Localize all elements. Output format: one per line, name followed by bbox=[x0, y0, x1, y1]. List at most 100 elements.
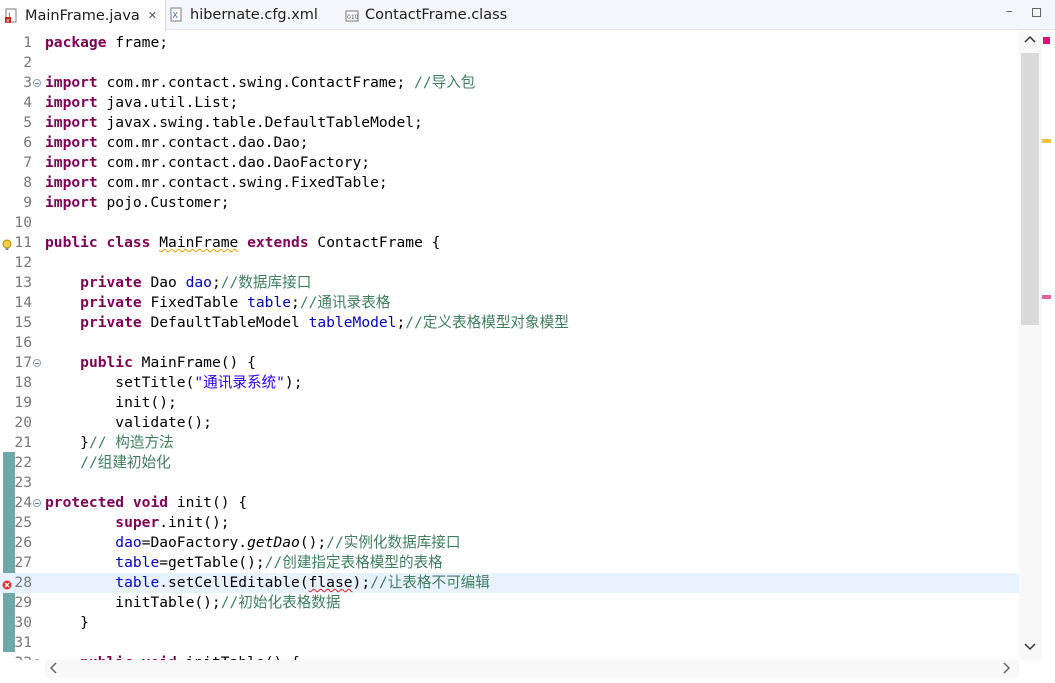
editor-tab-bar: Jx MainFrame.java ✕ X hibernate.cfg.xml … bbox=[0, 0, 1055, 31]
tab-label: ContactFrame.class bbox=[365, 7, 508, 23]
line-number: 1 bbox=[23, 34, 32, 51]
scroll-down-icon[interactable] bbox=[1024, 641, 1036, 655]
minimize-icon[interactable]: – bbox=[1006, 4, 1013, 19]
code-line[interactable]: 25 super.init(); bbox=[0, 513, 1019, 533]
code-line[interactable]: 6 import com.mr.contact.dao.Dao; bbox=[0, 133, 1019, 153]
error-overview-mark[interactable] bbox=[1042, 295, 1051, 299]
code-line[interactable]: 11 public class MainFrame extends Contact… bbox=[0, 233, 1019, 253]
svg-text:x: x bbox=[6, 17, 10, 24]
code-line[interactable]: 32 public void initTable() { bbox=[0, 653, 1019, 660]
scroll-up-icon[interactable] bbox=[1024, 33, 1036, 47]
tab-hibernate-cfg-xml[interactable]: X hibernate.cfg.xml bbox=[170, 0, 318, 30]
line-number: 21 bbox=[14, 434, 32, 451]
code-line[interactable]: 23 bbox=[0, 473, 1019, 493]
code-text: } bbox=[45, 614, 89, 631]
line-number: 20 bbox=[14, 414, 32, 431]
code-line[interactable]: 4 import java.util.List; bbox=[0, 93, 1019, 113]
fold-toggle-icon[interactable] bbox=[33, 499, 41, 507]
code-line[interactable]: 9 import pojo.Customer; bbox=[0, 193, 1019, 213]
scroll-left-icon[interactable] bbox=[49, 660, 59, 680]
code-line[interactable]: 5 import javax.swing.table.DefaultTableMo… bbox=[0, 113, 1019, 133]
code-line[interactable]: 20 validate(); bbox=[0, 413, 1019, 433]
code-text: init(); bbox=[45, 394, 177, 411]
line-number: 32 bbox=[0, 653, 32, 660]
line-number: 5 bbox=[23, 114, 32, 131]
vertical-scrollbar[interactable] bbox=[1019, 31, 1042, 660]
code-text: setTitle("通讯录系统"); bbox=[45, 374, 303, 391]
line-number: 18 bbox=[14, 374, 32, 391]
editor-bottom-border bbox=[0, 678, 1055, 683]
line-number: 31 bbox=[14, 634, 32, 651]
code-text: import com.mr.contact.swing.ContactFrame… bbox=[45, 74, 476, 91]
code-line[interactable]: 17 public MainFrame() { bbox=[0, 353, 1019, 373]
code-line[interactable]: 27 table=getTable();//创建指定表格模型的表格 bbox=[0, 553, 1019, 573]
line-number: 9 bbox=[23, 194, 32, 211]
line-number: 3 bbox=[23, 74, 32, 91]
code-text: table.setCellEditable(flase);//让表格不可编辑 bbox=[115, 574, 490, 591]
code-line[interactable]: 14 private FixedTable table;//通讯录表格 bbox=[0, 293, 1019, 313]
overview-ruler[interactable] bbox=[1042, 31, 1055, 660]
line-number: 17 bbox=[14, 354, 32, 371]
warning-overview-mark[interactable] bbox=[1042, 139, 1051, 143]
code-line[interactable]: 29 initTable();//初始化表格数据 bbox=[0, 593, 1019, 613]
code-line[interactable]: 12 bbox=[0, 253, 1019, 273]
code-line[interactable]: 31 bbox=[0, 633, 1019, 653]
tab-label: MainFrame.java bbox=[25, 7, 140, 24]
tab-mainframe-java[interactable]: Jx MainFrame.java ✕ bbox=[0, 0, 167, 31]
code-text: super.init(); bbox=[115, 514, 230, 531]
code-line[interactable]: 1 package frame; bbox=[0, 33, 1019, 53]
code-text: import com.mr.contact.swing.FixedTable; bbox=[45, 174, 388, 191]
code-line[interactable]: 3 import com.mr.contact.swing.ContactFram… bbox=[0, 73, 1019, 93]
line-number: 2 bbox=[23, 54, 32, 71]
code-line[interactable]: 7 import com.mr.contact.dao.DaoFactory; bbox=[0, 153, 1019, 173]
fold-toggle-icon[interactable] bbox=[33, 659, 41, 660]
code-line[interactable]: 16 bbox=[0, 333, 1019, 353]
code-line[interactable]: 21 }// 构造方法 bbox=[0, 433, 1019, 453]
code-text: import com.mr.contact.dao.Dao; bbox=[45, 134, 309, 151]
code-line[interactable]: 18 setTitle("通讯录系统"); bbox=[0, 373, 1019, 393]
code-line[interactable]: 24 protected void init() { bbox=[0, 493, 1019, 513]
code-text: initTable();//初始化表格数据 bbox=[45, 594, 341, 611]
code-line[interactable]: 22 //组建初始化 bbox=[0, 453, 1019, 473]
code-line[interactable]: 15 private DefaultTableModel tableModel;… bbox=[0, 313, 1019, 333]
code-text: table=getTable();//创建指定表格模型的表格 bbox=[115, 554, 443, 571]
line-number: 26 bbox=[14, 534, 32, 551]
line-number: 23 bbox=[14, 474, 32, 491]
code-text: private FixedTable table;//通讯录表格 bbox=[80, 294, 391, 311]
code-editor[interactable]: 1 package frame; 2 3 import com.mr.contact.s… bbox=[0, 31, 1019, 660]
error-marker-icon[interactable] bbox=[2, 577, 13, 590]
line-number: 4 bbox=[23, 94, 32, 111]
code-line[interactable]: 8 import com.mr.contact.swing.FixedTable; bbox=[0, 173, 1019, 193]
line-number: 15 bbox=[14, 314, 32, 331]
code-text: private Dao dao;//数据库接口 bbox=[80, 274, 312, 291]
tab-contactframe-class[interactable]: 010 ContactFrame.class bbox=[345, 0, 507, 30]
scrollbar-thumb[interactable] bbox=[1021, 53, 1039, 325]
close-icon[interactable]: ✕ bbox=[148, 9, 157, 22]
maximize-icon[interactable] bbox=[1032, 8, 1041, 17]
code-line[interactable]: 10 bbox=[0, 213, 1019, 233]
line-number: 30 bbox=[14, 614, 32, 631]
code-line[interactable]: 2 bbox=[0, 53, 1019, 73]
svg-text:X: X bbox=[173, 11, 179, 20]
scroll-right-icon[interactable] bbox=[1001, 660, 1011, 680]
code-text: //组建初始化 bbox=[80, 454, 171, 471]
line-number: 16 bbox=[14, 334, 32, 351]
code-line[interactable]: 28 table.setCellEditable(flase);//让表格不可编… bbox=[0, 573, 1019, 593]
fold-toggle-icon[interactable] bbox=[33, 79, 41, 87]
code-line[interactable]: 13 private Dao dao;//数据库接口 bbox=[0, 273, 1019, 293]
xml-file-icon: X bbox=[170, 7, 184, 23]
svg-text:010: 010 bbox=[347, 14, 359, 21]
error-overview-top-mark[interactable] bbox=[1043, 37, 1050, 44]
warning-lightbulb-icon[interactable] bbox=[2, 237, 13, 250]
code-line[interactable]: 19 init(); bbox=[0, 393, 1019, 413]
code-text: }// 构造方法 bbox=[45, 434, 174, 451]
code-text: import javax.swing.table.DefaultTableMod… bbox=[45, 114, 423, 131]
code-line[interactable]: 26 dao=DaoFactory.getDao();//实例化数据库接口 bbox=[0, 533, 1019, 553]
line-number: 8 bbox=[23, 174, 32, 191]
code-line[interactable]: 30 } bbox=[0, 613, 1019, 633]
line-number: 22 bbox=[14, 454, 32, 471]
horizontal-scrollbar[interactable] bbox=[45, 660, 1019, 678]
code-text: public void initTable() { bbox=[45, 653, 300, 660]
line-number: 24 bbox=[14, 494, 32, 511]
fold-toggle-icon[interactable] bbox=[33, 359, 41, 367]
